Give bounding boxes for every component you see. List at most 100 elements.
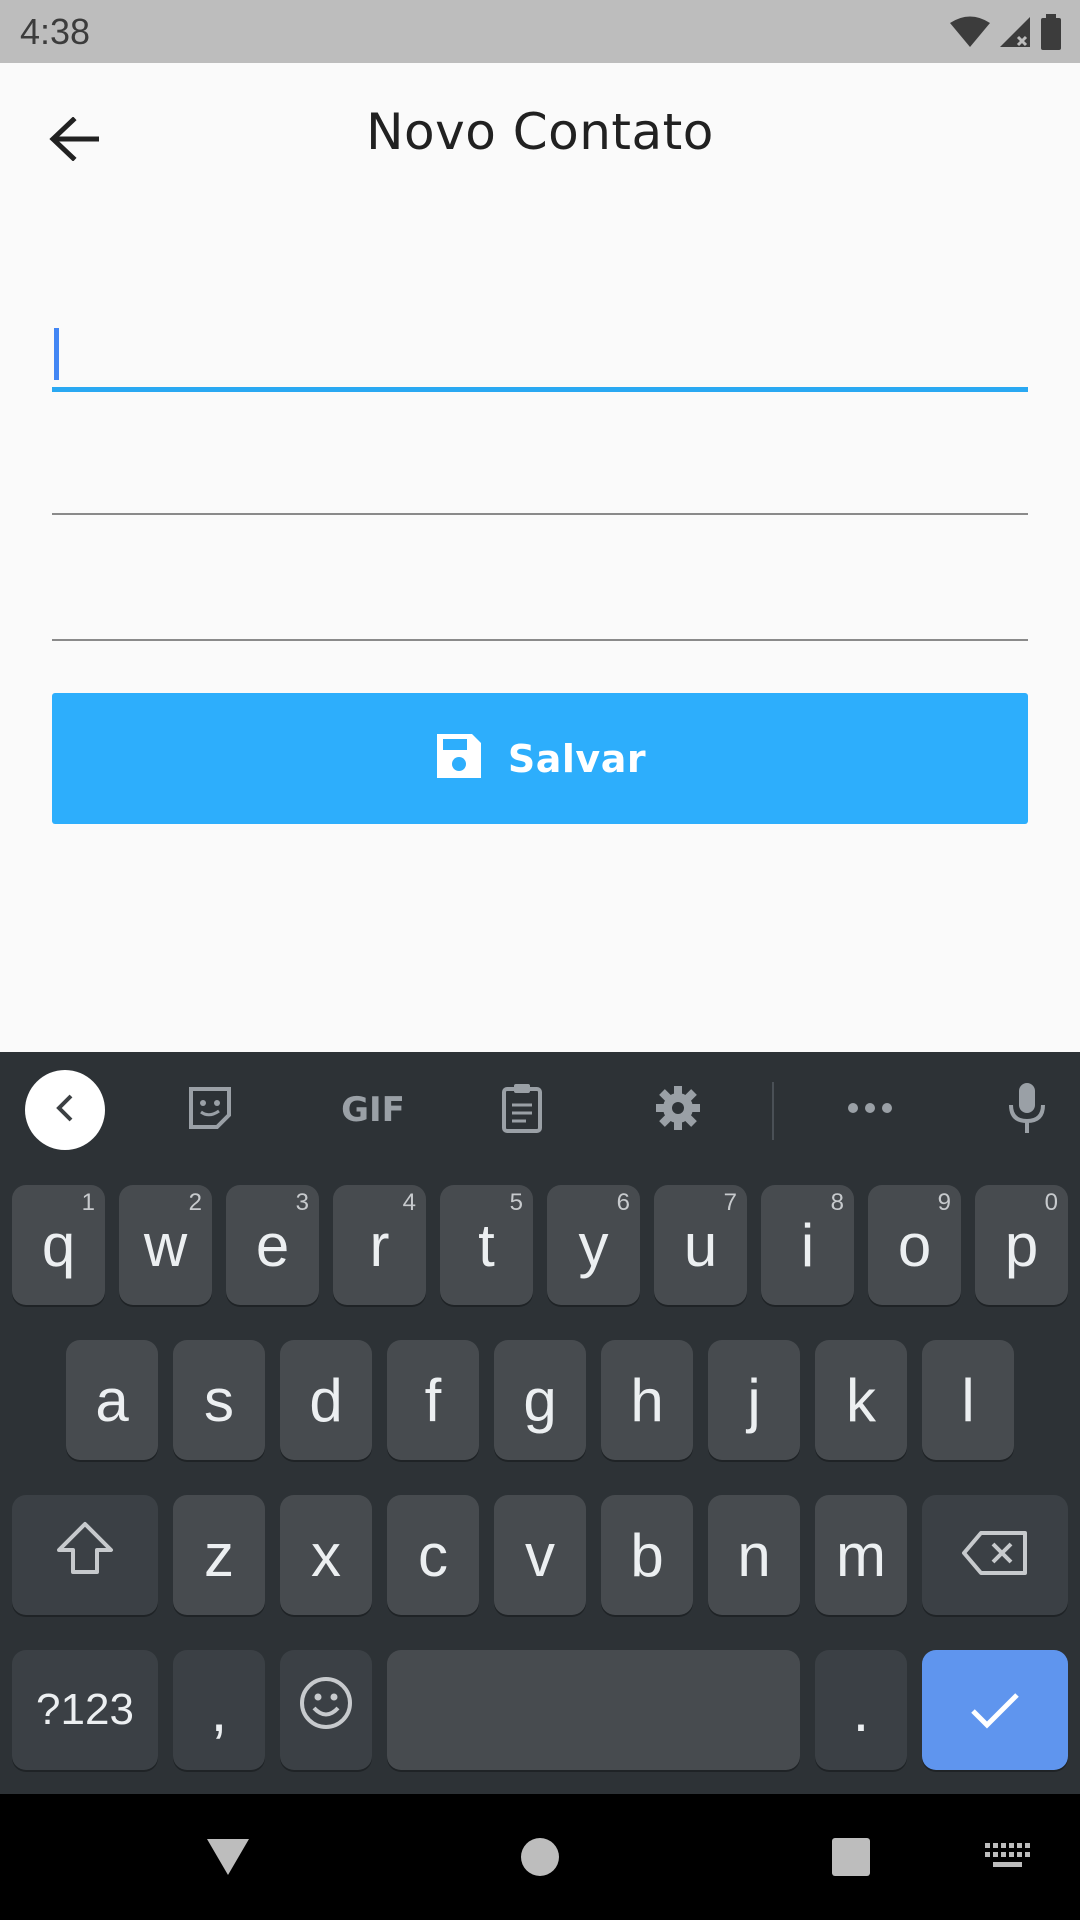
keyboard-icon — [985, 1842, 1031, 1876]
key-label: g — [523, 1366, 557, 1434]
key-p[interactable]: p0 — [975, 1185, 1068, 1305]
key-w[interactable]: w2 — [119, 1185, 212, 1305]
keyboard-toolbar: GIF — [0, 1052, 1080, 1168]
key-label: d — [309, 1366, 343, 1434]
key-label: f — [424, 1366, 442, 1434]
nav-home-button[interactable] — [505, 1824, 575, 1894]
signal-icon — [998, 15, 1032, 49]
key-hint: 2 — [188, 1189, 202, 1216]
email-input[interactable] — [52, 425, 1028, 515]
triangle-down-icon — [205, 1837, 251, 1882]
nav-recents-button[interactable] — [816, 1824, 886, 1894]
space-key[interactable] — [387, 1650, 800, 1770]
key-hint: 5 — [509, 1189, 523, 1216]
key-m[interactable]: m — [815, 1495, 907, 1615]
key-f[interactable]: f — [387, 1340, 479, 1460]
symbols-key[interactable]: ?123 — [12, 1650, 158, 1770]
mic-icon — [1007, 1081, 1047, 1140]
key-q[interactable]: q1 — [12, 1185, 105, 1305]
key-label: , — [210, 1676, 228, 1744]
period-key[interactable]: . — [815, 1650, 907, 1770]
key-hint: 7 — [723, 1189, 737, 1216]
key-hint: 4 — [402, 1189, 416, 1216]
key-t[interactable]: t5 — [440, 1185, 533, 1305]
key-hint: 3 — [295, 1189, 309, 1216]
key-u[interactable]: u7 — [654, 1185, 747, 1305]
gif-button[interactable]: GIF — [323, 1074, 423, 1146]
backspace-icon — [961, 1521, 1029, 1590]
key-label: z — [204, 1521, 234, 1589]
key-hint: 9 — [937, 1189, 951, 1216]
key-g[interactable]: g — [494, 1340, 586, 1460]
soft-keyboard: GIF q1 w2 e3 r4 t5 y6 u7 i8 o9 p 0 a s d… — [0, 1052, 1080, 1794]
nav-back-button[interactable] — [193, 1824, 263, 1894]
battery-icon — [1040, 14, 1062, 50]
key-label: w — [143, 1211, 188, 1279]
clipboard-button[interactable] — [482, 1074, 562, 1146]
key-b[interactable]: b — [601, 1495, 693, 1615]
key-z[interactable]: z — [173, 1495, 265, 1615]
check-icon — [969, 1676, 1021, 1745]
key-e[interactable]: e3 — [226, 1185, 319, 1305]
key-label: o — [897, 1211, 932, 1279]
key-r[interactable]: r4 — [333, 1185, 426, 1305]
toolbar-divider — [772, 1082, 774, 1140]
chevron-left-icon — [53, 1093, 77, 1128]
name-field[interactable] — [52, 300, 1028, 392]
enter-key[interactable] — [922, 1650, 1068, 1770]
key-label: s — [204, 1366, 234, 1434]
key-k[interactable]: k — [815, 1340, 907, 1460]
gif-label: GIF — [341, 1090, 405, 1130]
name-input[interactable] — [52, 300, 1028, 390]
key-a[interactable]: a — [66, 1340, 158, 1460]
save-icon — [434, 731, 484, 786]
key-label: m — [836, 1521, 886, 1589]
field-underline — [52, 387, 1028, 392]
circle-icon — [520, 1837, 560, 1882]
key-label: k — [846, 1366, 876, 1434]
key-label: . — [852, 1676, 870, 1744]
key-label: p — [1004, 1211, 1039, 1279]
sticker-button[interactable] — [170, 1074, 250, 1146]
comma-key[interactable]: , — [173, 1650, 265, 1770]
key-x[interactable]: x — [280, 1495, 372, 1615]
key-label: b — [630, 1521, 664, 1589]
settings-button[interactable] — [638, 1074, 718, 1146]
email-field[interactable] — [52, 425, 1028, 515]
key-y[interactable]: y6 — [547, 1185, 640, 1305]
phone-field[interactable] — [52, 551, 1028, 641]
key-l[interactable]: l — [922, 1340, 1014, 1460]
key-hint: 6 — [616, 1189, 630, 1216]
status-time: 4:38 — [20, 11, 91, 52]
key-label: t — [478, 1211, 495, 1279]
save-button[interactable]: Salvar — [52, 693, 1028, 824]
shift-key[interactable] — [12, 1495, 158, 1615]
key-label: h — [630, 1366, 664, 1434]
key-o[interactable]: o9 — [868, 1185, 961, 1305]
key-label: j — [747, 1366, 761, 1434]
square-icon — [831, 1837, 871, 1882]
more-button[interactable] — [830, 1074, 910, 1146]
key-v[interactable]: v — [494, 1495, 586, 1615]
emoji-key[interactable] — [280, 1650, 372, 1770]
key-d[interactable]: d — [280, 1340, 372, 1460]
phone-input[interactable] — [52, 551, 1028, 641]
sticker-icon — [187, 1085, 233, 1136]
mic-button[interactable] — [987, 1074, 1067, 1146]
key-hint: 0 — [1044, 1189, 1058, 1216]
key-n[interactable]: n — [708, 1495, 800, 1615]
backspace-key[interactable] — [922, 1495, 1068, 1615]
keyboard-collapse-button[interactable] — [25, 1070, 105, 1150]
key-s[interactable]: s — [173, 1340, 265, 1460]
key-j[interactable]: j — [708, 1340, 800, 1460]
keyboard-switcher-button[interactable] — [973, 1824, 1043, 1894]
emoji-icon — [298, 1675, 354, 1745]
key-hint: 8 — [830, 1189, 844, 1216]
key-label: v — [525, 1521, 555, 1589]
key-i[interactable]: i8 — [761, 1185, 854, 1305]
key-h[interactable]: h — [601, 1340, 693, 1460]
save-button-label: Salvar — [507, 736, 647, 781]
key-c[interactable]: c — [387, 1495, 479, 1615]
key-label: x — [311, 1521, 341, 1589]
text-cursor — [54, 328, 59, 380]
